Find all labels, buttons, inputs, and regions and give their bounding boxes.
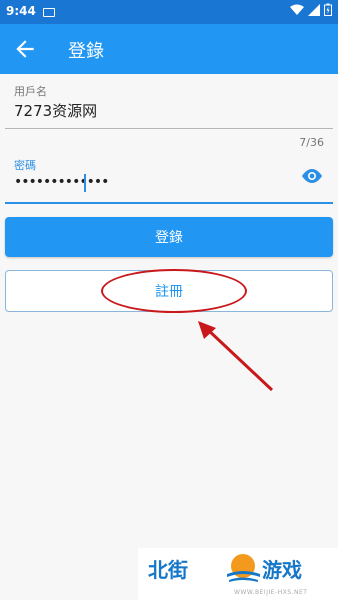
watermark-right-text: 游戏: [262, 558, 302, 582]
status-icons: [290, 3, 332, 16]
wifi-icon: [290, 4, 304, 15]
username-underline: [5, 128, 333, 129]
page-title: 登錄: [68, 41, 104, 62]
username-label: 用戶名: [14, 85, 47, 98]
back-arrow-icon[interactable]: [12, 36, 38, 62]
show-password-icon[interactable]: [300, 167, 324, 185]
annotation-circle: [101, 269, 247, 313]
watermark: 北街 游戏 WWW.BEIJIE-HXS.NET: [138, 548, 338, 600]
watermark-left-text: 北街: [148, 558, 188, 582]
battery-icon: [324, 3, 332, 16]
text-caret: [84, 174, 86, 192]
annotation-arrow: [198, 321, 274, 392]
password-label: 密碼: [14, 159, 36, 172]
status-bar: 9:44: [0, 0, 338, 24]
status-time: 9:44: [6, 4, 36, 18]
username-char-counter: 7/36: [299, 136, 324, 149]
login-button[interactable]: 登錄: [5, 217, 333, 257]
watermark-url: WWW.BEIJIE-HXS.NET: [234, 589, 308, 596]
app-bar: 登錄: [0, 24, 338, 74]
watermark-logo-icon: [227, 554, 260, 582]
password-field[interactable]: •••••••••••••: [14, 174, 109, 190]
username-field[interactable]: 7273资源网: [14, 100, 97, 121]
login-button-label: 登錄: [155, 230, 183, 246]
signal-icon: [308, 3, 320, 16]
notification-icon: [43, 8, 55, 17]
password-underline: [5, 202, 333, 204]
